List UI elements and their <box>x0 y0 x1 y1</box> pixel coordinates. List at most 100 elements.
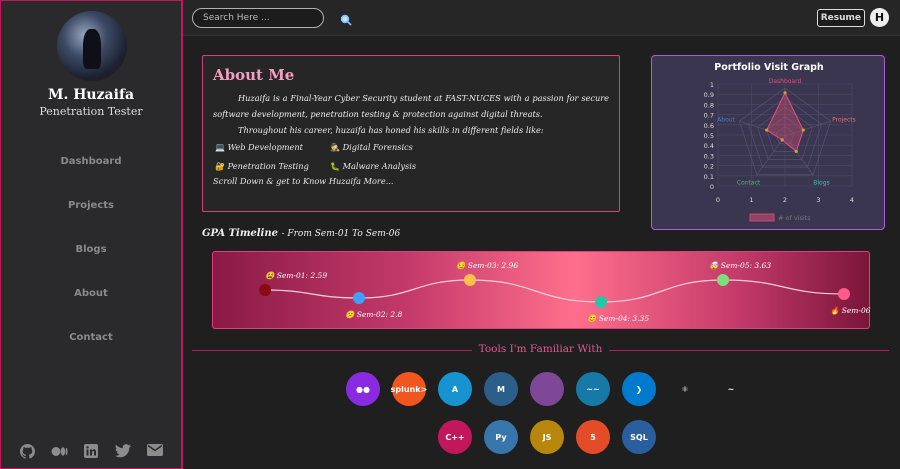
y-tick-label: 0.3 <box>704 152 714 160</box>
gpa-subtitle: - From Sem-01 To Sem-06 <box>281 229 401 239</box>
about-paragraph-2: Throughout his career, huzaifa has honed… <box>238 125 544 135</box>
y-tick-label: 1 <box>710 81 714 89</box>
gpa-label: 😊 Sem-04: 3.35 <box>587 314 649 323</box>
radar-point[interactable] <box>765 128 769 132</box>
resume-button[interactable]: Resume <box>816 9 865 27</box>
gpa-point[interactable] <box>595 296 607 308</box>
gpa-point[interactable] <box>353 292 365 304</box>
y-tick-label: 0.1 <box>704 173 714 181</box>
top-bar: Resume H <box>183 0 900 36</box>
wireshark-icon[interactable]: ~~ <box>576 372 610 406</box>
radar-point[interactable] <box>794 149 798 154</box>
gpa-point[interactable] <box>464 274 476 286</box>
sidebar-item-dashboard[interactable]: Dashboard <box>1 151 181 195</box>
y-tick-label: 0.9 <box>704 91 714 99</box>
tor-icon[interactable] <box>530 372 564 406</box>
laptop-icon: 💻 <box>215 143 225 152</box>
linkedin-icon[interactable] <box>83 444 99 460</box>
profile-name: M. Huzaifa <box>47 87 135 103</box>
detective-icon: 🕵 <box>330 143 340 152</box>
about-card: About Me Huzaifa is a Final-Year Cyber S… <box>202 55 620 212</box>
sidebar-item-about[interactable]: About <box>1 283 181 327</box>
gpa-label: 😫 Sem-01: 2.59 <box>265 271 327 280</box>
profile-role: Penetration Tester <box>39 105 143 118</box>
sidebar: M. Huzaifa Penetration Tester Dashboard … <box>0 0 183 469</box>
about-paragraph-1: Huzaifa is a Final-Year Cyber Security s… <box>213 93 609 119</box>
legend-swatch[interactable] <box>749 213 775 222</box>
y-tick-label: 0.4 <box>704 142 714 150</box>
arch-linux-icon[interactable]: A <box>438 372 472 406</box>
gpa-timeline: 😫 Sem-01: 2.59 😕 Sem-02: 2.8 😏 Sem-03: 2.9… <box>212 251 871 329</box>
y-tick-label: 0.7 <box>704 112 714 120</box>
cpp-icon[interactable]: C++ <box>438 420 472 454</box>
html5-icon[interactable]: 5 <box>576 420 610 454</box>
lock-icon: 🔐 <box>215 162 225 171</box>
twitter-icon[interactable] <box>115 444 131 460</box>
x-tick-label: 4 <box>850 196 854 204</box>
sidebar-item-blogs[interactable]: Blogs <box>1 239 181 283</box>
gpa-title: GPA Timeline <box>202 228 278 239</box>
gpa-point[interactable] <box>838 288 850 300</box>
gpa-line <box>264 279 845 303</box>
skills-list: 💻 Web Development 🕵 Digital Forensics 🔐 … <box>215 138 609 176</box>
metasploit-icon[interactable]: M <box>484 372 518 406</box>
vscode-icon[interactable]: ❯ <box>622 372 656 406</box>
tools-header: Tools I'm Familiar With <box>192 343 889 359</box>
y-tick-label: 0.8 <box>704 101 714 109</box>
skill-item: 🕵 Digital Forensics <box>330 138 470 157</box>
radar-point[interactable] <box>801 128 805 132</box>
skill-item: 🐛 Malware Analysis <box>330 157 470 176</box>
skill-item: 🔐 Penetration Testing <box>215 157 330 176</box>
bug-icon: 🐛 <box>330 162 340 171</box>
sidebar-nav: Dashboard Projects Blogs About Contact <box>1 151 181 371</box>
gpa-label: 😕 Sem-02: 2.8 <box>345 310 403 319</box>
profile-initial-button[interactable]: H <box>870 8 889 27</box>
legend-label[interactable]: # of visits <box>778 214 811 222</box>
search-icon[interactable] <box>340 11 352 26</box>
radar-axis-label: Blogs <box>813 179 829 186</box>
radar-point[interactable] <box>780 138 784 142</box>
radar-axis-label: Projects <box>832 117 856 124</box>
github-icon[interactable] <box>19 444 35 460</box>
x-tick-label: 0 <box>716 196 720 204</box>
medium-logo-icon[interactable]: ●● <box>346 372 380 406</box>
tools-title: Tools I'm Familiar With <box>478 343 603 355</box>
python-icon[interactable]: Py <box>484 420 518 454</box>
gpa-timeline-chart: 😫 Sem-01: 2.59 😕 Sem-02: 2.8 😏 Sem-03: 2.9… <box>259 261 871 323</box>
avatar <box>57 11 127 81</box>
kali-linux-icon[interactable]: ~ <box>714 372 748 406</box>
radar-axis-label: Dashboard <box>769 78 802 85</box>
skill-item: 💻 Web Development <box>215 138 330 157</box>
visit-graph-chart: Portfolio Visit Graph1 0.9 0.8 0.7 0.6 0.5 0.4… <box>704 62 856 222</box>
visit-graph-card: Portfolio Visit Graph 1 0.9 0.8 0.7 0.6 0.5 0.4… <box>651 55 885 230</box>
radar-axis-label: Contact <box>737 179 761 186</box>
gpa-point[interactable] <box>717 274 729 286</box>
medium-icon[interactable] <box>51 444 68 460</box>
gpa-label: 😏 Sem-03: 2.96 <box>456 261 518 270</box>
about-title: About Me <box>213 66 295 84</box>
scroll-note: Scroll Down & get to Know Huzaifa More..… <box>213 176 394 186</box>
javascript-icon[interactable]: JS <box>530 420 564 454</box>
sidebar-item-projects[interactable]: Projects <box>1 195 181 239</box>
search-input[interactable] <box>192 8 324 28</box>
gpa-label: 🤯 Sem-05: 3.63 <box>709 261 771 270</box>
radar-point[interactable] <box>783 91 787 95</box>
gpa-point[interactable] <box>259 284 271 296</box>
gpa-heading: GPA Timeline - From Sem-01 To Sem-06 <box>202 228 400 239</box>
chart-title: Portfolio Visit Graph <box>714 62 824 73</box>
radar-axis-label: About <box>717 117 735 124</box>
social-links <box>19 444 163 460</box>
x-tick-label: 2 <box>783 196 787 204</box>
email-icon[interactable] <box>147 444 163 460</box>
sql-icon[interactable]: SQL <box>622 420 656 454</box>
x-tick-label: 3 <box>816 196 820 204</box>
y-tick-label: 0.2 <box>704 163 714 171</box>
radar-series-area <box>766 91 804 153</box>
y-tick-label: 0.5 <box>704 132 714 140</box>
splunk-icon[interactable]: splunk> <box>391 372 427 406</box>
gpa-label: 🔥 Sem-06: <box>830 306 871 315</box>
y-tick-label: 0.6 <box>704 122 714 130</box>
y-tick-label: 0 <box>710 183 714 191</box>
react-icon[interactable]: ⚛ <box>668 372 702 406</box>
sidebar-item-contact[interactable]: Contact <box>1 327 181 371</box>
